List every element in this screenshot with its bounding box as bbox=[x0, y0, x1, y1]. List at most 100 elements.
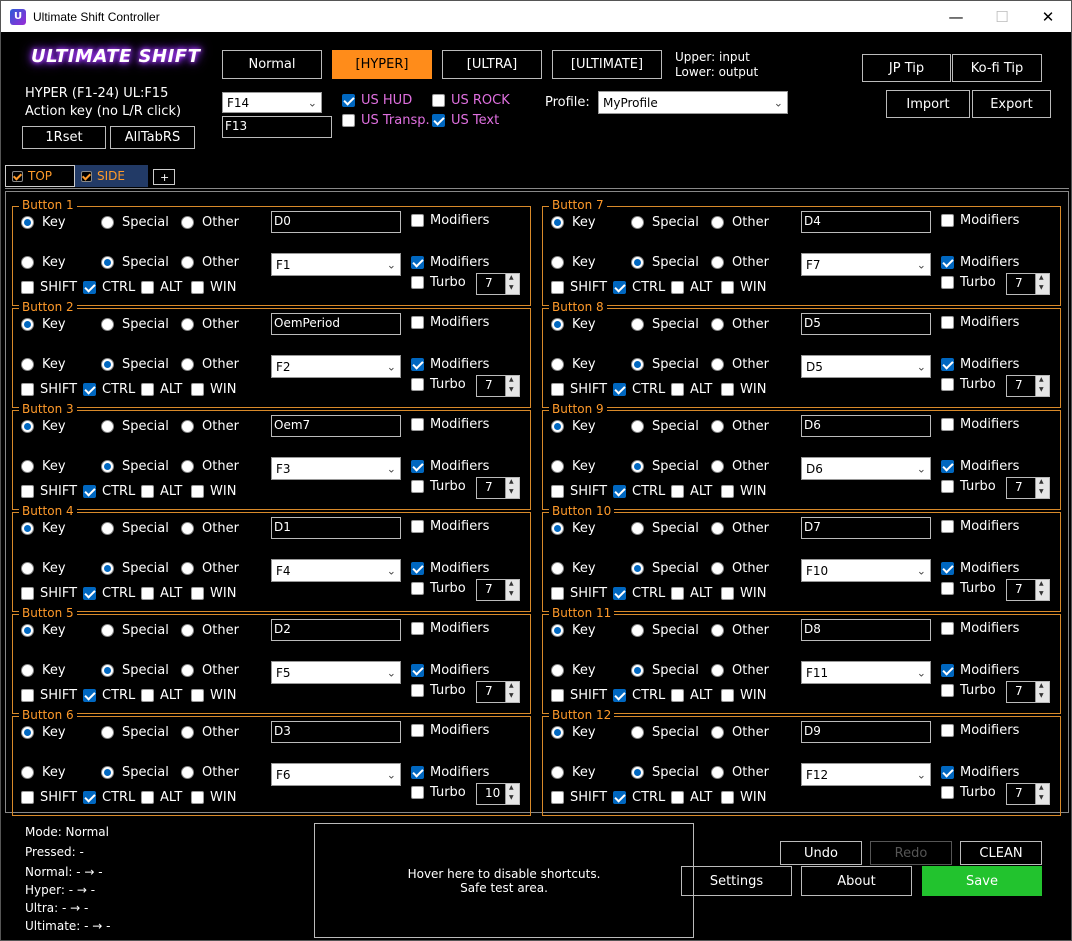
output-type-special-radio[interactable]: Special bbox=[631, 255, 699, 270]
turbo-checkbox[interactable]: Turbo bbox=[411, 785, 466, 800]
output-modifiers-checkbox[interactable]: Modifiers bbox=[411, 663, 489, 678]
shift-checkbox[interactable]: SHIFT bbox=[551, 484, 607, 499]
input-modifiers-checkbox[interactable]: Modifiers bbox=[941, 621, 1019, 636]
output-type-key-radio[interactable]: Key bbox=[551, 765, 596, 780]
add-tab-button[interactable]: + bbox=[153, 169, 175, 185]
output-modifiers-checkbox[interactable]: Modifiers bbox=[411, 459, 489, 474]
input-type-special-radio[interactable]: Special bbox=[631, 521, 699, 536]
input-modifiers-checkbox[interactable]: Modifiers bbox=[411, 519, 489, 534]
shift-checkbox[interactable]: SHIFT bbox=[21, 382, 77, 397]
output-modifiers-checkbox[interactable]: Modifiers bbox=[941, 255, 1019, 270]
win-checkbox[interactable]: WIN bbox=[721, 280, 766, 295]
output-type-key-radio[interactable]: Key bbox=[21, 765, 66, 780]
output-type-key-radio[interactable]: Key bbox=[21, 561, 66, 576]
input-type-special-radio[interactable]: Special bbox=[631, 623, 699, 638]
output-key-select[interactable]: F11 ⌄ bbox=[801, 661, 931, 684]
input-type-other-radio[interactable]: Other bbox=[711, 623, 769, 638]
output-modifiers-checkbox[interactable]: Modifiers bbox=[411, 357, 489, 372]
output-type-other-radio[interactable]: Other bbox=[181, 561, 239, 576]
output-type-special-radio[interactable]: Special bbox=[631, 663, 699, 678]
shift-checkbox[interactable]: SHIFT bbox=[21, 484, 77, 499]
input-key-field[interactable]: D3 bbox=[271, 721, 401, 743]
output-type-other-radio[interactable]: Other bbox=[181, 459, 239, 474]
output-type-special-radio[interactable]: Special bbox=[631, 561, 699, 576]
input-type-key-radio[interactable]: Key bbox=[551, 623, 596, 638]
settings-button[interactable]: Settings bbox=[681, 866, 792, 896]
output-type-special-radio[interactable]: Special bbox=[631, 765, 699, 780]
input-type-key-radio[interactable]: Key bbox=[21, 623, 66, 638]
ctrl-checkbox[interactable]: CTRL bbox=[83, 586, 135, 601]
input-type-special-radio[interactable]: Special bbox=[101, 215, 169, 230]
import-button[interactable]: Import bbox=[886, 90, 970, 118]
spin-arrows-icon[interactable] bbox=[505, 478, 519, 498]
turbo-checkbox[interactable]: Turbo bbox=[941, 377, 996, 392]
output-key-select[interactable]: F3 ⌄ bbox=[271, 457, 401, 480]
input-type-special-radio[interactable]: Special bbox=[101, 317, 169, 332]
output-type-special-radio[interactable]: Special bbox=[101, 459, 169, 474]
win-checkbox[interactable]: WIN bbox=[191, 484, 236, 499]
ctrl-checkbox[interactable]: CTRL bbox=[613, 382, 665, 397]
input-key-field[interactable]: D1 bbox=[271, 517, 401, 539]
input-type-special-radio[interactable]: Special bbox=[101, 725, 169, 740]
output-modifiers-checkbox[interactable]: Modifiers bbox=[411, 765, 489, 780]
turbo-stepper[interactable]: 7 bbox=[476, 477, 520, 499]
ctrl-checkbox[interactable]: CTRL bbox=[613, 586, 665, 601]
win-checkbox[interactable]: WIN bbox=[721, 790, 766, 805]
ctrl-checkbox[interactable]: CTRL bbox=[613, 790, 665, 805]
output-type-key-radio[interactable]: Key bbox=[21, 255, 66, 270]
output-type-other-radio[interactable]: Other bbox=[711, 663, 769, 678]
mode-hyper-button[interactable]: [HYPER] bbox=[332, 50, 432, 79]
output-type-other-radio[interactable]: Other bbox=[181, 765, 239, 780]
turbo-checkbox[interactable]: Turbo bbox=[941, 275, 996, 290]
tab-side[interactable]: SIDE bbox=[75, 165, 148, 187]
shift-checkbox[interactable]: SHIFT bbox=[551, 382, 607, 397]
ctrl-checkbox[interactable]: CTRL bbox=[613, 484, 665, 499]
output-key-select[interactable]: F5 ⌄ bbox=[271, 661, 401, 684]
output-key-select[interactable]: F1 ⌄ bbox=[271, 253, 401, 276]
output-modifiers-checkbox[interactable]: Modifiers bbox=[941, 459, 1019, 474]
input-modifiers-checkbox[interactable]: Modifiers bbox=[411, 213, 489, 228]
input-type-other-radio[interactable]: Other bbox=[181, 215, 239, 230]
turbo-checkbox[interactable]: Turbo bbox=[941, 581, 996, 596]
win-checkbox[interactable]: WIN bbox=[191, 280, 236, 295]
alt-checkbox[interactable]: ALT bbox=[141, 790, 182, 805]
mode-ultra-button[interactable]: [ULTRA] bbox=[442, 50, 542, 79]
output-type-other-radio[interactable]: Other bbox=[181, 357, 239, 372]
alt-checkbox[interactable]: ALT bbox=[671, 280, 712, 295]
input-type-other-radio[interactable]: Other bbox=[711, 725, 769, 740]
mode-ultimate-button[interactable]: [ULTIMATE] bbox=[552, 50, 662, 79]
us-text-checkbox[interactable]: US Text bbox=[432, 113, 499, 128]
input-type-key-radio[interactable]: Key bbox=[551, 215, 596, 230]
ctrl-checkbox[interactable]: CTRL bbox=[83, 790, 135, 805]
spin-arrows-icon[interactable] bbox=[505, 376, 519, 396]
output-key-select[interactable]: F4 ⌄ bbox=[271, 559, 401, 582]
undo-button[interactable]: Undo bbox=[780, 841, 862, 865]
input-type-key-radio[interactable]: Key bbox=[21, 725, 66, 740]
input-type-special-radio[interactable]: Special bbox=[631, 725, 699, 740]
tab-top[interactable]: TOP bbox=[5, 165, 75, 187]
alt-checkbox[interactable]: ALT bbox=[671, 484, 712, 499]
spin-arrows-icon[interactable] bbox=[1035, 580, 1049, 600]
input-type-key-radio[interactable]: Key bbox=[551, 521, 596, 536]
output-type-other-radio[interactable]: Other bbox=[711, 357, 769, 372]
input-key-field[interactable]: D4 bbox=[801, 211, 931, 233]
profile-select[interactable]: MyProfile ⌄ bbox=[598, 91, 788, 114]
all-tab-reset-button[interactable]: AllTabRS bbox=[110, 126, 195, 149]
alt-checkbox[interactable]: ALT bbox=[671, 790, 712, 805]
output-modifiers-checkbox[interactable]: Modifiers bbox=[941, 663, 1019, 678]
win-checkbox[interactable]: WIN bbox=[721, 586, 766, 601]
alt-checkbox[interactable]: ALT bbox=[141, 586, 182, 601]
turbo-stepper[interactable]: 7 bbox=[476, 681, 520, 703]
spin-arrows-icon[interactable] bbox=[505, 580, 519, 600]
export-button[interactable]: Export bbox=[972, 90, 1051, 118]
ultimate-key-field[interactable]: F13 bbox=[222, 116, 332, 138]
input-key-field[interactable]: D9 bbox=[801, 721, 931, 743]
win-checkbox[interactable]: WIN bbox=[191, 790, 236, 805]
turbo-stepper[interactable]: 7 bbox=[476, 273, 520, 295]
input-type-other-radio[interactable]: Other bbox=[181, 623, 239, 638]
output-key-select[interactable]: F10 ⌄ bbox=[801, 559, 931, 582]
input-key-field[interactable]: D5 bbox=[801, 313, 931, 335]
output-key-select[interactable]: F2 ⌄ bbox=[271, 355, 401, 378]
input-key-field[interactable]: D2 bbox=[271, 619, 401, 641]
win-checkbox[interactable]: WIN bbox=[191, 382, 236, 397]
